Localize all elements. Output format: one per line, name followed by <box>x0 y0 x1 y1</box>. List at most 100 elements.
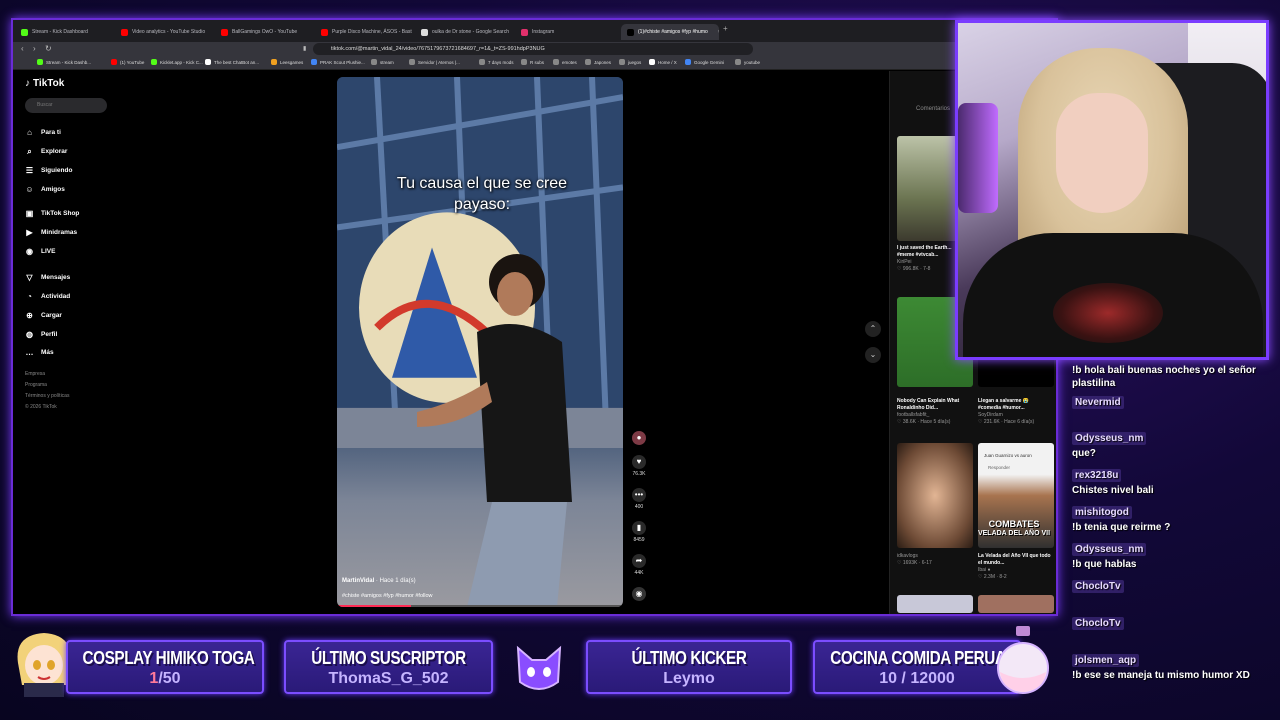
footer-link[interactable]: Empresa <box>25 371 45 377</box>
bookmark-save-icon: ▮ <box>632 521 646 535</box>
bookmark-favicon-icon <box>311 59 317 65</box>
sound-disc[interactable]: ◉ <box>628 587 650 601</box>
sidebar-item-cargar[interactable]: ⊕ Cargar <box>25 311 62 320</box>
author-name[interactable]: MartinVidal <box>342 578 374 584</box>
reload-icon[interactable]: ↻ <box>45 42 52 56</box>
bookmark-label: Japones <box>594 59 612 65</box>
bookmark-item[interactable]: The best ChatBot an... <box>205 59 259 65</box>
video-progress-fill <box>337 605 412 607</box>
video-author[interactable]: MartinVidal · Hace 1 día(s) <box>342 578 416 584</box>
bookmark-label: Kicklet.app - Kick C... <box>160 59 203 65</box>
like-count: 76.3K <box>632 471 646 477</box>
sidebar-item-actividad[interactable]: ◔ Actividad <box>25 292 70 301</box>
bookmark-item[interactable]: Kicklet.app - Kick C... <box>151 59 203 65</box>
chevron-up-icon[interactable]: ⌃ <box>865 321 881 337</box>
bookmark-item[interactable]: Google Gemini <box>685 59 724 65</box>
related-thumb-7[interactable] <box>978 595 1054 613</box>
footer-link[interactable]: Programa <box>25 382 47 388</box>
chat-username[interactable]: mishitogod <box>1072 506 1132 519</box>
author-avatar[interactable]: ● <box>628 431 650 445</box>
forward-icon[interactable]: › <box>33 42 36 56</box>
bookmark-label: (1) YouTube <box>120 59 145 65</box>
sidebar-item-amigos[interactable]: ☺ Amigos <box>25 185 64 194</box>
tab-favicon-icon <box>221 28 228 36</box>
sidebar-item-siguiendo[interactable]: ☰ Siguiendo <box>25 166 73 175</box>
bookmark-item[interactable]: Stream - Kick Dashb... <box>37 59 91 65</box>
related-caption-5[interactable]: La Velada del Año VII que todo el mundo.… <box>978 553 1056 581</box>
stream-overlay: Stream - Kick Dashboard Video analytics -… <box>0 0 1280 720</box>
sidebar-item-minidramas[interactable]: ▶ Minidramas <box>25 228 77 237</box>
video-hashtags[interactable]: #chiste #amigos #fyp #humor #follow <box>342 593 433 599</box>
bookmark-item[interactable]: PRAK Scout Plushie... <box>311 59 365 65</box>
browser-tab[interactable]: BallGamings OwO - YouTube <box>221 24 317 40</box>
back-icon[interactable]: ‹ <box>21 42 24 56</box>
comment-button[interactable]: ••• 400 <box>628 488 650 510</box>
sidebar-item-para-ti[interactable]: ⌂ Para ti <box>25 128 61 137</box>
bookmark-item[interactable]: R subs <box>521 59 544 65</box>
chat-message: mishitogod !b tenia que reirme ? <box>1072 506 1272 534</box>
video-player[interactable]: Tu causa el que se cree payaso: MartinVi… <box>337 77 623 607</box>
sidebar-item-perfil[interactable]: ◍ Perfil <box>25 330 57 339</box>
bookmark-item[interactable]: (1) YouTube <box>111 59 144 65</box>
sidebar-item-mensajes[interactable]: ▽ Mensajes <box>25 273 70 282</box>
following-icon: ☰ <box>25 166 34 175</box>
bookmark-icon[interactable]: ▮ <box>303 42 306 56</box>
bookmark-item[interactable]: Servidor | Aternos |... <box>409 59 460 65</box>
related-caption-4[interactable]: idkavlogs ♡ 1693K · 6-17 <box>897 553 975 567</box>
new-tab-icon[interactable]: + <box>723 24 728 33</box>
sidebar-item-live[interactable]: ◉ LIVE <box>25 247 55 256</box>
browser-tab[interactable]: Purple Disco Machine, ÁSOS - Bast <box>321 24 417 40</box>
bookmark-item[interactable]: juegos <box>619 59 641 65</box>
bookmark-item[interactable]: Leesgames <box>271 59 303 65</box>
chat-username[interactable]: ChocloTv <box>1072 580 1124 593</box>
browser-tab[interactable]: (1)#chiste #amigos #fyp #humo × <box>621 24 719 40</box>
chat-username[interactable]: ChocloTv <box>1072 617 1124 630</box>
like-button[interactable]: ♥ 76.3K <box>628 455 650 477</box>
bookmark-label: emotes <box>562 59 577 65</box>
browser-tab[interactable]: Stream - Kick Dashboard <box>21 24 117 40</box>
url-field[interactable]: tiktok.com/@martin_vidal_24/video/767517… <box>313 43 753 55</box>
chat-username[interactable]: Odysseus_nm <box>1072 543 1147 556</box>
sidebar-item-más[interactable]: … Más <box>25 348 54 357</box>
related-thumb-4[interactable] <box>897 443 973 548</box>
last-kicker-widget: ÚLTIMO KICKER Leymo <box>586 640 792 694</box>
chat-username[interactable]: Odysseus_nm <box>1072 432 1147 445</box>
chevron-down-icon[interactable]: ⌄ <box>865 347 881 363</box>
chat-message: Nevermid <box>1072 396 1272 409</box>
save-button[interactable]: ▮ 8459 <box>628 521 650 543</box>
browser-tab[interactable]: oulka de Dr stone - Google Search <box>421 24 517 40</box>
combates-overlay: COMBATES VELADA DEL AÑO VII <box>976 519 1052 539</box>
related-caption-3[interactable]: Llegan a salvarme 😭 #comedia #humor... S… <box>978 398 1056 426</box>
tab-comentarios[interactable]: Comentarios <box>916 106 950 112</box>
tiktok-logo[interactable]: ♪ TikTok <box>25 78 64 89</box>
footer-link[interactable]: Términos y políticas <box>25 393 69 399</box>
video-progress-bar[interactable] <box>337 605 623 607</box>
related-tags: #comedia #humor... <box>978 405 1025 411</box>
bookmarks-bar: Stream - Kick Dashb... (1) YouTube Kicklet… <box>13 56 1056 70</box>
bookmark-favicon-icon <box>619 59 625 65</box>
save-count: 8459 <box>633 537 645 543</box>
close-tab-icon[interactable]: × <box>718 29 719 35</box>
browser-tab[interactable]: Video analytics - YouTube Studio <box>121 24 217 40</box>
sidebar-item-tiktok-shop[interactable]: ▣ TikTok Shop <box>25 209 80 218</box>
last-kicker-title: ÚLTIMO KICKER <box>631 648 747 668</box>
bookmark-favicon-icon <box>553 59 559 65</box>
browser-tab[interactable]: Instagram <box>521 24 617 40</box>
bookmark-label: stream <box>380 59 394 65</box>
bookmark-item[interactable]: youtube <box>735 59 760 65</box>
bookmark-item[interactable]: 7 days mods <box>479 59 514 65</box>
share-button[interactable]: ➦ 44K <box>628 554 650 576</box>
bookmark-item[interactable]: stream <box>371 59 394 65</box>
bookmark-item[interactable]: Home / X <box>649 59 677 65</box>
chat-username[interactable]: Nevermid <box>1072 396 1124 409</box>
search-input[interactable]: Buscar <box>25 98 107 113</box>
footer-link: © 2026 TikTok <box>25 404 57 410</box>
bookmark-item[interactable]: Japones <box>585 59 611 65</box>
chat-username[interactable]: jolsmen_aqp <box>1072 654 1140 667</box>
chat-username[interactable]: rex3218u <box>1072 469 1122 482</box>
tab-label: Purple Disco Machine, ÁSOS - Bast <box>332 29 412 35</box>
sidebar-item-explorar[interactable]: ⌕ Explorar <box>25 147 67 156</box>
related-thumb-6[interactable] <box>897 595 973 613</box>
bookmark-item[interactable]: emotes <box>553 59 577 65</box>
related-caption-2[interactable]: Nobody Can Explain What Ronaldinho Did..… <box>897 398 975 426</box>
